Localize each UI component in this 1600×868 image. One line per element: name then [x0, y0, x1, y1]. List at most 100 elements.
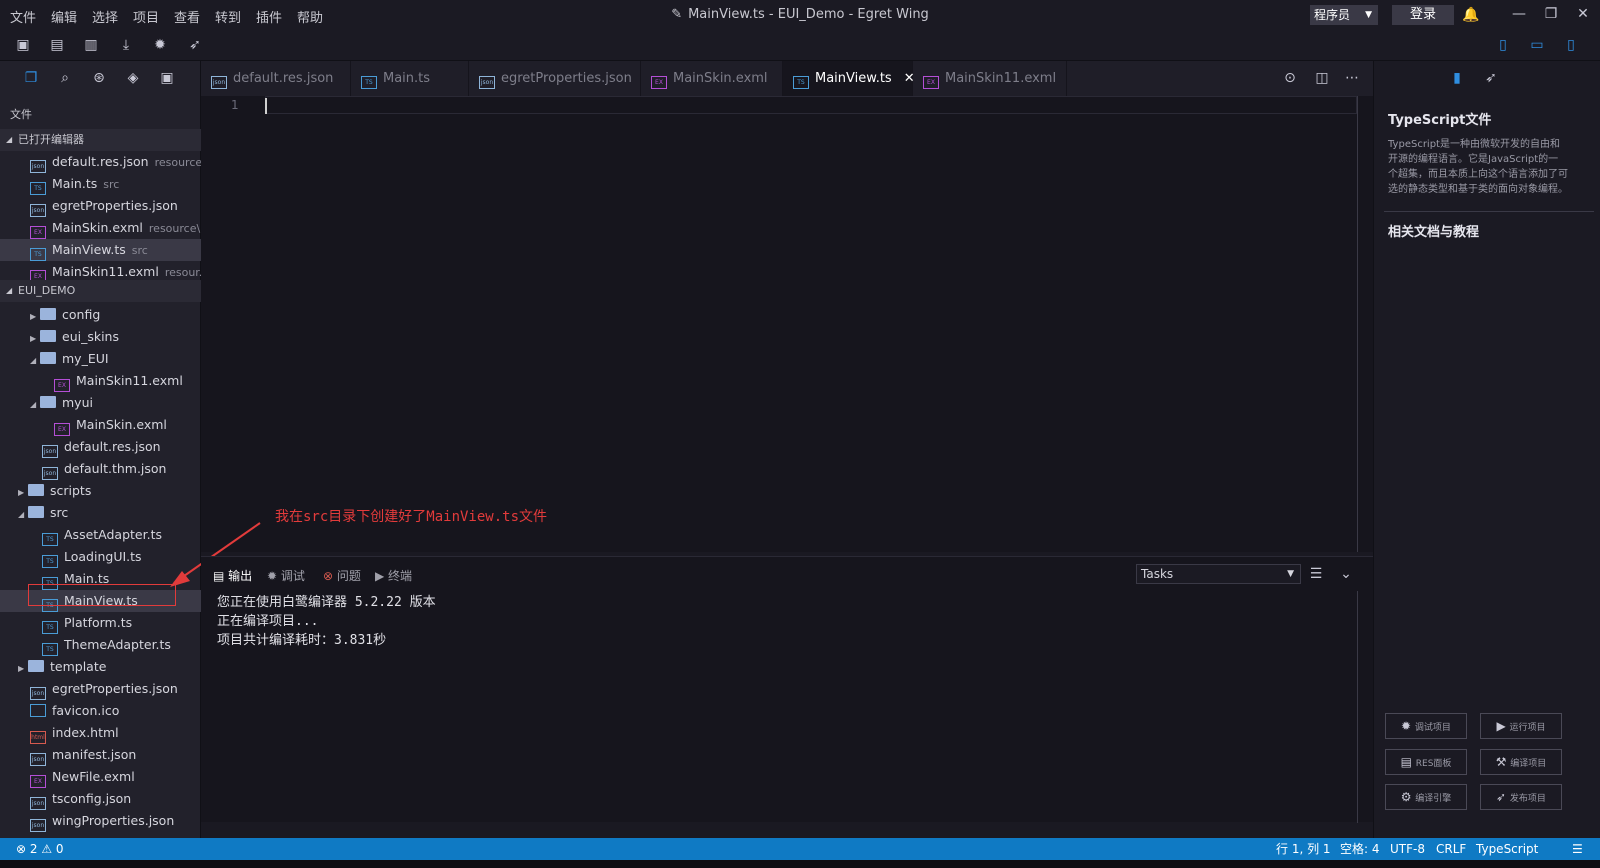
source-control-icon[interactable]: ◈: [124, 69, 142, 87]
open-editor-hint: resour...: [164, 266, 201, 279]
tree-folder[interactable]: ◢ myui: [0, 392, 201, 414]
menu-plugins[interactable]: 插件: [256, 7, 282, 26]
tree-file[interactable]: EX MainSkin11.exml: [0, 370, 201, 392]
tab-label: MainSkin.exml: [673, 71, 768, 86]
git-icon[interactable]: ⊛: [90, 69, 108, 87]
save-icon[interactable]: ▤: [48, 36, 66, 54]
open-editor-item[interactable]: TS MainView.ts src: [0, 239, 201, 261]
tab-default-res-json[interactable]: json default.res.json: [201, 61, 351, 96]
close-window-icon[interactable]: ✕: [1574, 5, 1592, 23]
extensions-icon[interactable]: ▣: [158, 69, 176, 87]
tree-file[interactable]: EX MainSkin.exml: [0, 414, 201, 436]
menu-edit[interactable]: 编辑: [51, 7, 77, 26]
tree-file[interactable]: TS ThemeAdapter.ts: [0, 634, 201, 656]
menu-goto[interactable]: 转到: [215, 7, 241, 26]
tree-folder[interactable]: ▶ config: [0, 304, 201, 326]
open-editor-item[interactable]: EX MainSkin.exml resource\...: [0, 217, 201, 239]
search-icon[interactable]: ⌕: [56, 69, 74, 87]
open-editors-header[interactable]: ◢ 已打开编辑器: [0, 129, 201, 151]
explorer-icon[interactable]: ❐: [22, 69, 40, 87]
tab-mainskin-exml[interactable]: EX MainSkin.exml: [641, 61, 783, 96]
tree-folder[interactable]: ◢ my_EUI: [0, 348, 201, 370]
toggle-right-panel-icon[interactable]: ▯: [1562, 36, 1580, 54]
open-editor-item[interactable]: json default.res.json resource: [0, 151, 201, 173]
open-changes-icon[interactable]: ⊙: [1281, 69, 1299, 87]
tree-file[interactable]: EX NewFile.exml: [0, 766, 201, 788]
tree-file[interactable]: json manifest.json: [0, 744, 201, 766]
open-editor-item[interactable]: TS Main.ts src: [0, 173, 201, 195]
run-project-button[interactable]: ▶ 运行项目: [1480, 713, 1562, 739]
editor-scrollbar[interactable]: [1357, 96, 1371, 552]
import-icon[interactable]: ⤓: [117, 36, 135, 54]
split-editor-icon[interactable]: ◫: [1313, 69, 1331, 87]
tree-file[interactable]: json default.thm.json: [0, 458, 201, 480]
build-engine-button[interactable]: ⚙ 编译引擎: [1385, 784, 1467, 810]
minimize-icon[interactable]: —: [1510, 5, 1528, 23]
cursor-position[interactable]: 行 1, 列 1: [1276, 838, 1331, 860]
tree-file[interactable]: json tsconfig.json: [0, 788, 201, 810]
tab-mainview-ts[interactable]: TS MainView.ts ✕: [783, 61, 915, 96]
line-ending[interactable]: CRLF: [1436, 838, 1466, 860]
open-editor-item[interactable]: json egretProperties.json: [0, 195, 201, 217]
res-panel-button[interactable]: ▤ RES面板: [1385, 749, 1467, 775]
menu-view[interactable]: 查看: [174, 7, 200, 26]
tree-file[interactable]: TS Platform.ts: [0, 612, 201, 634]
language-mode[interactable]: TypeScript: [1476, 838, 1538, 860]
tree-folder[interactable]: ▶ template: [0, 656, 201, 678]
tab-egret-properties[interactable]: json egretProperties.json: [469, 61, 641, 96]
tab-debug[interactable]: ✹ 调试: [267, 567, 305, 584]
debug-icon[interactable]: ✹: [151, 36, 169, 54]
encoding[interactable]: UTF-8: [1390, 838, 1425, 860]
menu-file[interactable]: 文件: [10, 7, 36, 26]
publish-icon[interactable]: ➶: [186, 36, 204, 54]
toggle-sidebar-icon[interactable]: ▯: [1494, 36, 1512, 54]
menu-select[interactable]: 选择: [92, 7, 118, 26]
tab-main-ts[interactable]: TS Main.ts: [351, 61, 469, 96]
new-project-icon[interactable]: ▣: [14, 36, 32, 54]
bell-icon[interactable]: 🔔: [1462, 6, 1480, 24]
errors-indicator[interactable]: ⊗ 2 ⚠ 0: [16, 838, 64, 860]
clear-output-icon[interactable]: ☰: [1307, 565, 1325, 583]
folder-icon: [40, 330, 56, 342]
tree-file[interactable]: json egretProperties.json: [0, 678, 201, 700]
tree-label: src: [50, 505, 69, 520]
publish-project-button[interactable]: ➶ 发布项目: [1480, 784, 1562, 810]
tree-folder[interactable]: ▶ scripts: [0, 480, 201, 502]
open-editor-hint: src: [131, 244, 148, 257]
chevron-right-icon: ▶: [30, 312, 37, 321]
feedback-icon[interactable]: ☰: [1572, 838, 1583, 860]
brush-icon[interactable]: ➶: [1482, 69, 1500, 87]
collapse-panel-icon[interactable]: ⌄: [1337, 565, 1355, 583]
tasks-select[interactable]: Tasks ▼: [1136, 564, 1301, 584]
tab-mainskin11-exml[interactable]: EX MainSkin11.exml: [913, 61, 1067, 96]
tree-folder[interactable]: ▶ eui_skins: [0, 326, 201, 348]
book-icon[interactable]: ▮: [1448, 69, 1466, 87]
tab-output[interactable]: ▤ 输出: [213, 567, 252, 584]
panel-scrollbar[interactable]: [1357, 591, 1371, 823]
login-button[interactable]: 登录: [1392, 5, 1454, 25]
tab-problems[interactable]: ⊗ 问题: [323, 567, 361, 584]
tab-problems-label: 问题: [336, 569, 361, 583]
tree-file[interactable]: html index.html: [0, 722, 201, 744]
menu-help[interactable]: 帮助: [297, 7, 323, 26]
toggle-panel-icon[interactable]: ▭: [1528, 36, 1546, 54]
tree-file[interactable]: favicon.ico: [0, 700, 201, 722]
tab-debug-label: 调试: [280, 569, 305, 583]
project-header[interactable]: ◢ EUI_DEMO: [0, 280, 201, 302]
role-select[interactable]: 程序员 ▼: [1310, 5, 1378, 25]
debug-project-button[interactable]: ✹ 调试项目: [1385, 713, 1467, 739]
output-panel: ▤ 输出 ✹ 调试 ⊗ 问题 ▶ 终端 Tasks ▼ ☰ ⌄ 您正在使用白鹭编译…: [201, 556, 1373, 823]
tab-terminal[interactable]: ▶ 终端: [375, 567, 412, 584]
build-project-button[interactable]: ⚒ 编译项目: [1480, 749, 1562, 775]
tree-file[interactable]: json wingProperties.json: [0, 810, 201, 832]
tab-label: MainView.ts: [815, 71, 892, 86]
menu-project[interactable]: 项目: [133, 7, 159, 26]
indentation[interactable]: 空格: 4: [1340, 838, 1380, 860]
code-editor[interactable]: 1: [201, 96, 1373, 552]
tree-file[interactable]: json default.res.json: [0, 436, 201, 458]
open-editor-name: egretProperties.json: [52, 198, 178, 213]
more-icon[interactable]: ⋯: [1343, 69, 1361, 87]
restore-icon[interactable]: ❐: [1542, 5, 1560, 23]
tree-label: wingProperties.json: [52, 813, 175, 828]
save-all-icon[interactable]: ▥: [82, 36, 100, 54]
